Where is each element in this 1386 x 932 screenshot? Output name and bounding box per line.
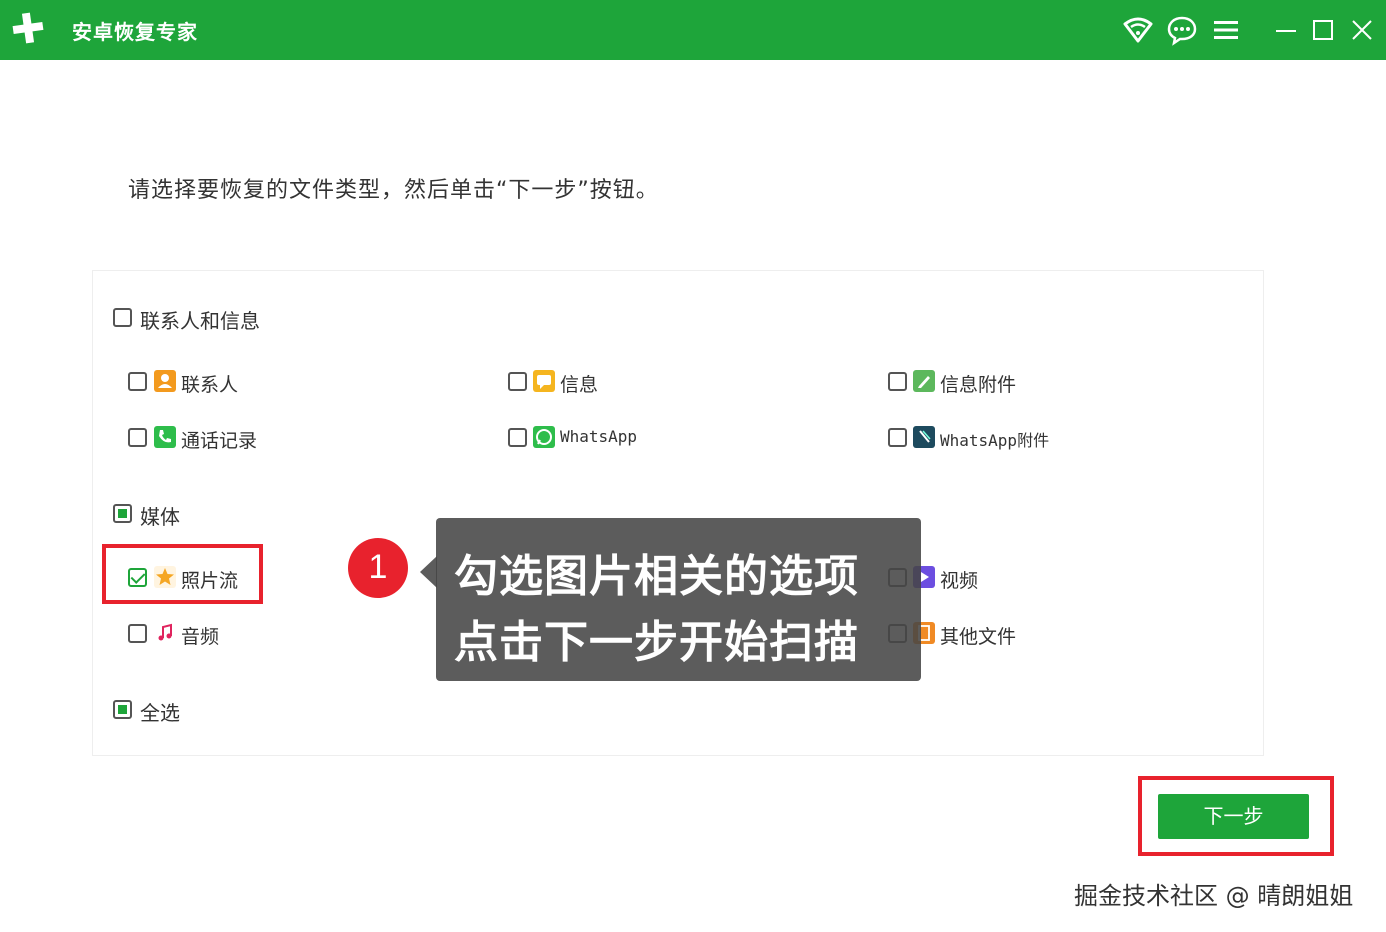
whatsapp-icon xyxy=(533,426,555,448)
music-note-icon xyxy=(154,622,176,644)
label-whatsapp-attachments: WhatsApp附件 xyxy=(940,427,1049,451)
label-select-all: 全选 xyxy=(140,701,180,725)
app-logo-plus-icon xyxy=(10,10,46,46)
checkbox-call-logs[interactable] xyxy=(128,428,147,447)
callout-line-1: 勾选图片相关的选项 xyxy=(454,551,859,602)
minimize-icon[interactable] xyxy=(1270,14,1302,46)
close-icon[interactable] xyxy=(1346,14,1378,46)
callout-arrow xyxy=(420,556,437,588)
checkbox-message-attachments[interactable] xyxy=(888,372,907,391)
label-messages: 信息 xyxy=(560,374,599,396)
checkbox-whatsapp-attachments[interactable] xyxy=(888,428,907,447)
contacts-icon xyxy=(154,370,176,392)
checkbox-whatsapp[interactable] xyxy=(508,428,527,447)
label-audio: 音频 xyxy=(181,626,220,648)
group-label-contacts-messages: 联系人和信息 xyxy=(140,309,260,333)
checkbox-contacts[interactable] xyxy=(128,372,147,391)
maximize-icon[interactable] xyxy=(1307,14,1339,46)
next-step-button[interactable]: 下一步 xyxy=(1158,794,1309,839)
photos-highlight-box xyxy=(102,544,263,604)
label-video: 视频 xyxy=(940,570,979,592)
app-title: 安卓恢复专家 xyxy=(72,20,198,44)
watermark: 掘金技术社区 @ 晴朗姐姐 xyxy=(1074,882,1354,910)
callout-line-2: 点击下一步开始扫描 xyxy=(454,617,859,668)
group-label-media: 媒体 xyxy=(140,505,180,529)
instruction-text: 请选择要恢复的文件类型，然后单击“下一步”按钮。 xyxy=(128,178,659,203)
label-call-logs: 通话记录 xyxy=(181,430,258,452)
menu-icon[interactable] xyxy=(1210,14,1242,46)
checkbox-contacts-messages-group[interactable] xyxy=(113,308,132,327)
messages-icon xyxy=(533,370,555,392)
wifi-icon[interactable] xyxy=(1122,14,1154,46)
whatsapp-attachments-icon xyxy=(913,426,935,448)
step-number-badge: 1 xyxy=(348,538,408,598)
title-bar: 安卓恢复专家 xyxy=(0,0,1386,60)
label-contacts: 联系人 xyxy=(181,374,239,396)
label-whatsapp: WhatsApp xyxy=(560,427,638,446)
label-other-files: 其他文件 xyxy=(940,626,1017,648)
chat-icon[interactable] xyxy=(1166,14,1198,46)
message-attachments-icon xyxy=(913,370,935,392)
label-whatsapp-attachments-text: WhatsApp附件 xyxy=(940,431,1050,450)
file-type-panel xyxy=(92,270,1264,756)
checkbox-select-all[interactable] xyxy=(113,700,132,719)
checkbox-audio[interactable] xyxy=(128,624,147,643)
checkbox-messages[interactable] xyxy=(508,372,527,391)
checkbox-media-group[interactable] xyxy=(113,504,132,523)
label-message-attachments: 信息附件 xyxy=(940,374,1017,396)
phone-icon xyxy=(154,426,176,448)
